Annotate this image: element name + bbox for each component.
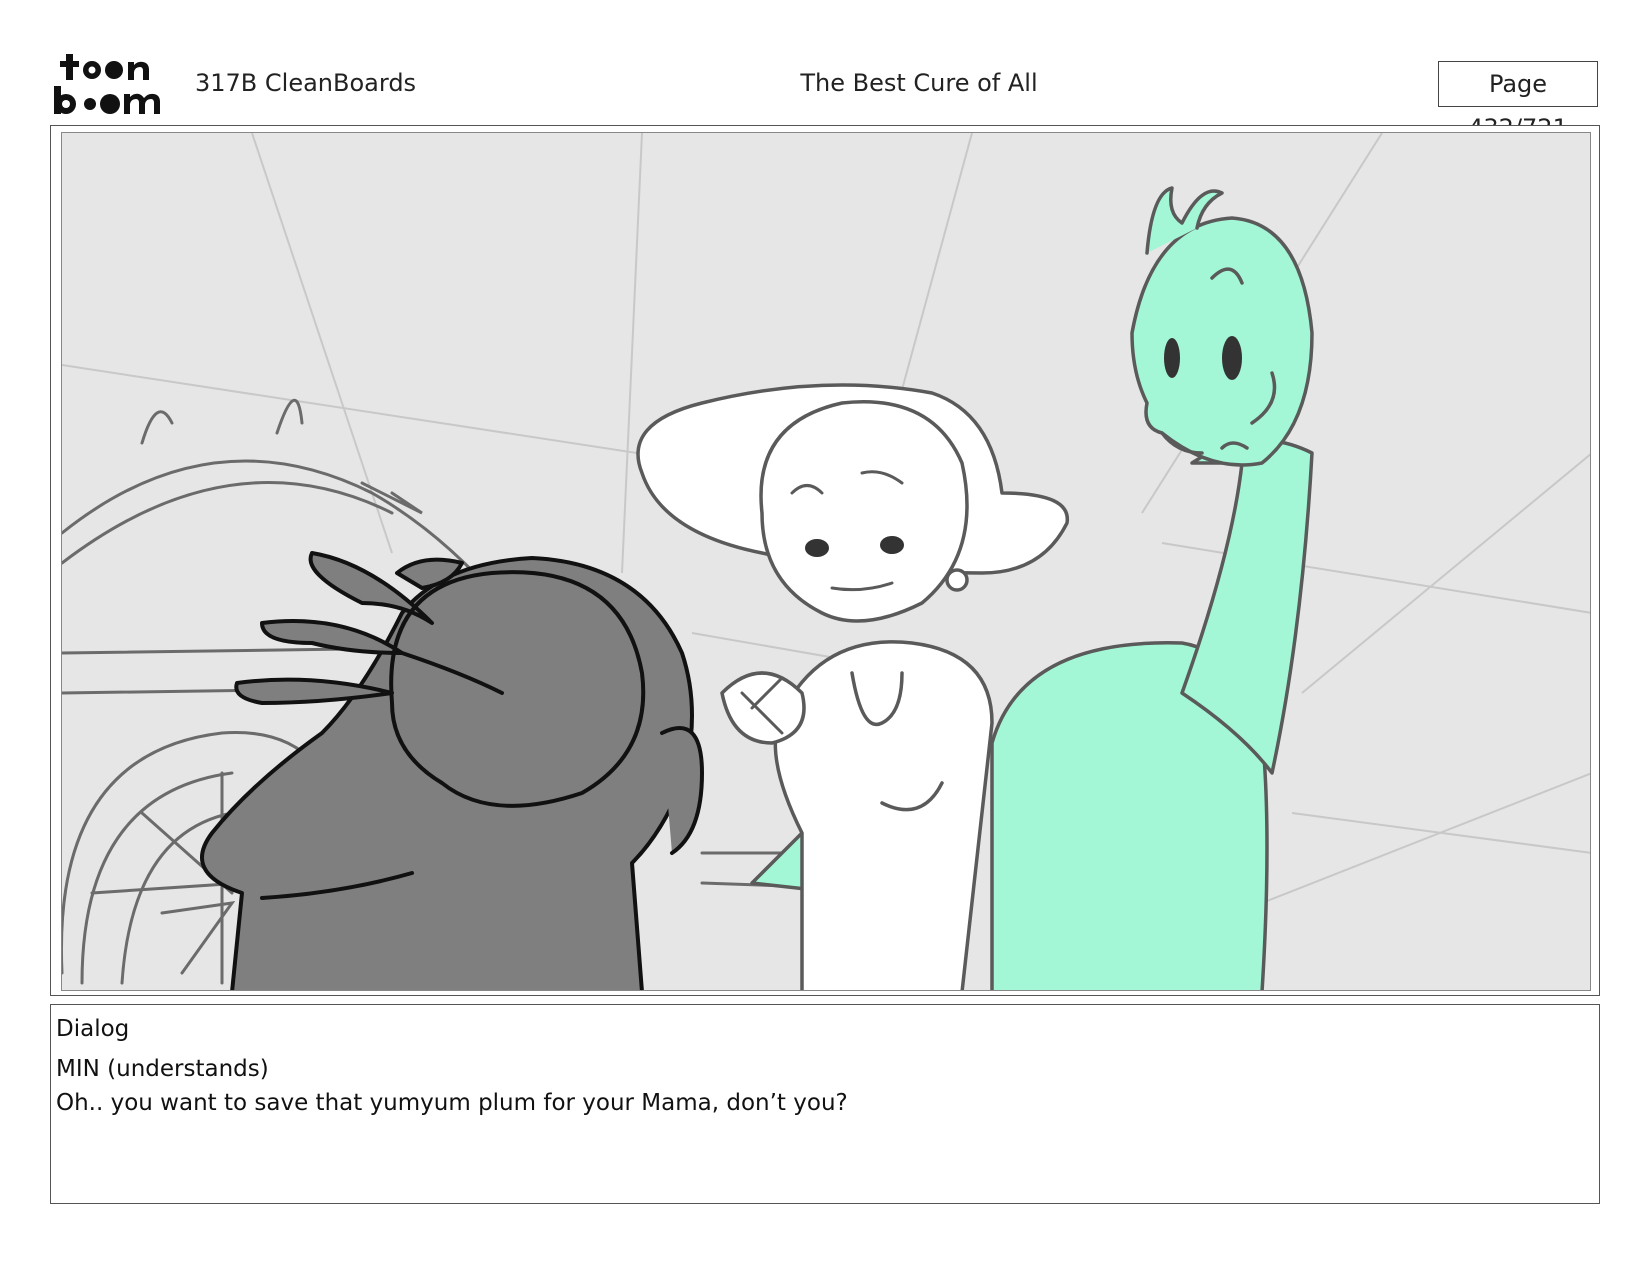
dialog-text: Oh.. you want to save that yumyum plum f… [56,1090,848,1116]
dialog-label: Dialog [56,1016,130,1042]
dialog-speaker: MIN (understands) [56,1056,269,1082]
storyboard-panel [61,132,1591,991]
panel-drawing [62,133,1590,990]
page-indicator: Page 432/721 [1438,61,1598,142]
episode-title: The Best Cure of All [800,69,1038,97]
